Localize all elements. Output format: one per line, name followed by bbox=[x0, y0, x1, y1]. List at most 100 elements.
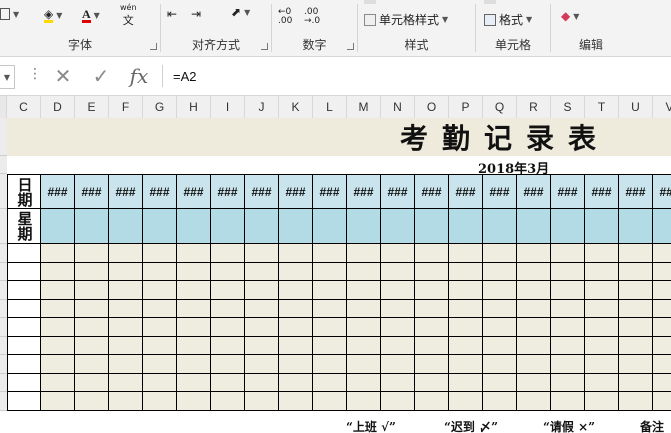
attendance-cell[interactable] bbox=[483, 281, 517, 300]
attendance-cell[interactable] bbox=[449, 355, 483, 374]
row-header[interactable] bbox=[0, 262, 7, 281]
attendance-cell[interactable] bbox=[585, 355, 619, 374]
attendance-cell[interactable] bbox=[653, 281, 671, 300]
attendance-cell[interactable] bbox=[279, 262, 313, 281]
attendance-cell[interactable] bbox=[585, 318, 619, 337]
attendance-cell[interactable] bbox=[381, 281, 415, 300]
attendance-cell[interactable] bbox=[279, 373, 313, 392]
attendance-cell[interactable] bbox=[245, 262, 279, 281]
attendance-cell[interactable] bbox=[245, 281, 279, 300]
column-header-f[interactable]: F bbox=[109, 96, 143, 118]
column-header-j[interactable]: J bbox=[245, 96, 279, 118]
row-header[interactable] bbox=[0, 392, 7, 411]
attendance-cell[interactable] bbox=[619, 281, 653, 300]
attendance-cell[interactable] bbox=[245, 244, 279, 263]
attendance-cell[interactable] bbox=[381, 373, 415, 392]
attendance-cell[interactable] bbox=[585, 299, 619, 318]
attendance-cell[interactable] bbox=[483, 355, 517, 374]
name-cell[interactable] bbox=[7, 318, 41, 337]
row-header[interactable] bbox=[0, 318, 7, 337]
row-header[interactable] bbox=[0, 244, 7, 263]
attendance-cell[interactable] bbox=[517, 392, 551, 411]
attendance-cell[interactable] bbox=[211, 392, 245, 411]
column-header-h[interactable]: H bbox=[177, 96, 211, 118]
date-cell[interactable]: ### bbox=[551, 174, 585, 209]
attendance-cell[interactable] bbox=[245, 299, 279, 318]
attendance-cell[interactable] bbox=[347, 355, 381, 374]
attendance-cell[interactable] bbox=[415, 373, 449, 392]
date-cell[interactable]: ### bbox=[483, 174, 517, 209]
attendance-cell[interactable] bbox=[245, 336, 279, 355]
attendance-cell[interactable] bbox=[415, 318, 449, 337]
row-header[interactable] bbox=[0, 209, 7, 244]
decrease-decimal-button[interactable]: .00 →.0 bbox=[304, 8, 320, 26]
column-header-r[interactable]: R bbox=[517, 96, 551, 118]
attendance-cell[interactable] bbox=[143, 336, 177, 355]
attendance-cell[interactable] bbox=[177, 244, 211, 263]
row-header[interactable] bbox=[0, 336, 7, 355]
attendance-cell[interactable] bbox=[245, 318, 279, 337]
date-cell[interactable]: ### bbox=[109, 174, 143, 209]
attendance-cell[interactable] bbox=[41, 336, 75, 355]
sheet-title[interactable]: 考勤记录表 bbox=[400, 118, 610, 156]
formula-input[interactable]: =A2 bbox=[162, 65, 671, 87]
more-icon[interactable]: ⋮ bbox=[28, 66, 42, 82]
attendance-cell[interactable] bbox=[313, 355, 347, 374]
attendance-cell[interactable] bbox=[313, 244, 347, 263]
attendance-cell[interactable] bbox=[177, 262, 211, 281]
attendance-cell[interactable] bbox=[245, 373, 279, 392]
attendance-cell[interactable] bbox=[347, 244, 381, 263]
attendance-cell[interactable] bbox=[551, 392, 585, 411]
attendance-cell[interactable] bbox=[41, 262, 75, 281]
column-header-e[interactable]: E bbox=[75, 96, 109, 118]
attendance-cell[interactable] bbox=[245, 355, 279, 374]
worksheet[interactable]: 考勤记录表 2018年3月 日期 ### ### ### ### ### ### ### ###… bbox=[0, 118, 671, 433]
attendance-cell[interactable] bbox=[211, 318, 245, 337]
attendance-cell[interactable] bbox=[381, 355, 415, 374]
attendance-cell[interactable] bbox=[517, 373, 551, 392]
column-header-c[interactable]: C bbox=[7, 96, 41, 118]
date-cell[interactable]: ### bbox=[211, 174, 245, 209]
attendance-cell[interactable] bbox=[279, 318, 313, 337]
attendance-cell[interactable] bbox=[551, 299, 585, 318]
name-cell[interactable] bbox=[7, 336, 41, 355]
increase-indent-button[interactable]: ⇥ bbox=[191, 8, 201, 20]
attendance-cell[interactable] bbox=[551, 373, 585, 392]
attendance-cell[interactable] bbox=[75, 299, 109, 318]
attendance-cell[interactable] bbox=[211, 281, 245, 300]
row-header[interactable] bbox=[0, 156, 7, 174]
attendance-cell[interactable] bbox=[551, 355, 585, 374]
attendance-cell[interactable] bbox=[653, 373, 671, 392]
weekday-cell[interactable] bbox=[517, 209, 551, 244]
weekday-cell[interactable] bbox=[551, 209, 585, 244]
attendance-cell[interactable] bbox=[585, 336, 619, 355]
attendance-cell[interactable] bbox=[415, 262, 449, 281]
attendance-cell[interactable] bbox=[653, 318, 671, 337]
format-button[interactable]: 格式 ▼ bbox=[484, 11, 532, 28]
attendance-cell[interactable] bbox=[313, 299, 347, 318]
weekday-cell[interactable] bbox=[41, 209, 75, 244]
column-header-v[interactable]: V bbox=[653, 96, 671, 118]
attendance-cell[interactable] bbox=[75, 336, 109, 355]
clear-button[interactable]: ◆ ▼ bbox=[561, 10, 579, 22]
attendance-cell[interactable] bbox=[585, 373, 619, 392]
column-header-g[interactable]: G bbox=[143, 96, 177, 118]
attendance-cell[interactable] bbox=[653, 262, 671, 281]
insert-function-icon[interactable]: fx bbox=[120, 64, 158, 88]
attendance-cell[interactable] bbox=[517, 318, 551, 337]
attendance-cell[interactable] bbox=[381, 336, 415, 355]
column-header-n[interactable]: N bbox=[381, 96, 415, 118]
attendance-cell[interactable] bbox=[517, 336, 551, 355]
attendance-cell[interactable] bbox=[619, 355, 653, 374]
attendance-cell[interactable] bbox=[551, 336, 585, 355]
attendance-cell[interactable] bbox=[449, 373, 483, 392]
attendance-cell[interactable] bbox=[109, 244, 143, 263]
attendance-cell[interactable] bbox=[177, 355, 211, 374]
weekday-cell[interactable] bbox=[619, 209, 653, 244]
attendance-cell[interactable] bbox=[619, 262, 653, 281]
column-header-k[interactable]: K bbox=[279, 96, 313, 118]
cancel-icon[interactable]: ✕ bbox=[44, 64, 82, 88]
attendance-cell[interactable] bbox=[381, 299, 415, 318]
attendance-cell[interactable] bbox=[517, 244, 551, 263]
column-header-o[interactable]: O bbox=[415, 96, 449, 118]
